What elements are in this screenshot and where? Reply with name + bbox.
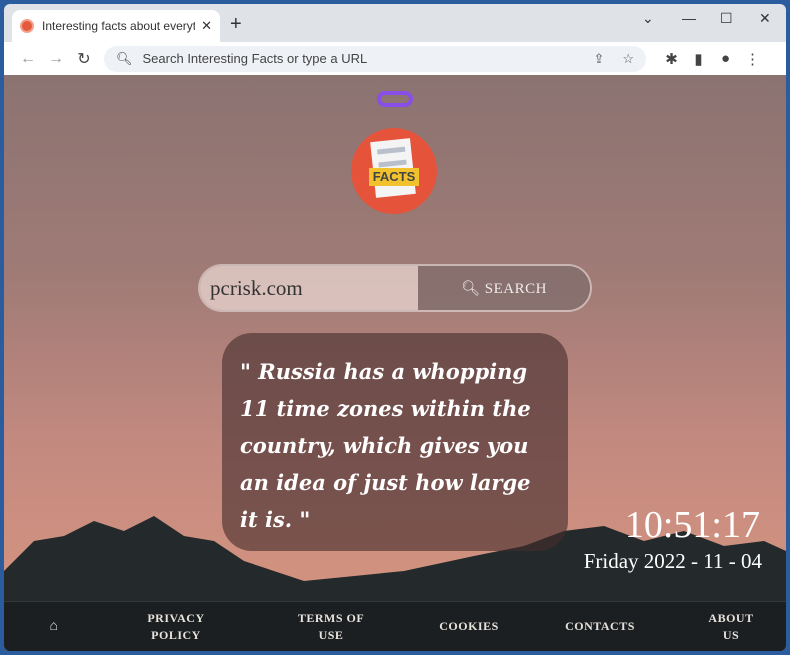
search-icon: 🔍︎ (461, 280, 485, 297)
footer: ⌂ PRIVACY POLICY TERMS OF USE COOKIES CO… (4, 601, 786, 651)
close-window-button[interactable]: ✕ (759, 10, 771, 27)
search-form: 🔍︎ SEARCH (200, 266, 590, 310)
minimize-button[interactable]: — (682, 10, 696, 26)
fact-quote: " Russia has a whopping 11 time zones wi… (222, 333, 568, 551)
link-icon (377, 91, 413, 107)
footer-terms-of-use[interactable]: TERMS OF USE (296, 610, 366, 644)
star-icon[interactable]: ☆ (622, 51, 634, 67)
new-tab-button[interactable]: + (230, 13, 242, 36)
home-icon[interactable]: ⌂ (50, 618, 59, 635)
tab-search-icon[interactable]: ⌄ (642, 10, 654, 27)
search-input[interactable] (200, 266, 418, 310)
browser-window: Interesting facts about everything ✕ + ⌄… (4, 4, 786, 651)
search-button-label: SEARCH (484, 280, 547, 297)
address-placeholder: Search Interesting Facts or type a URL (142, 51, 368, 66)
share-icon[interactable]: ⇪ (593, 51, 604, 67)
toolbar: ← → ↻ 🔍︎ Search Interesting Facts or typ… (4, 42, 786, 75)
footer-about-us[interactable]: ABOUT US (706, 610, 756, 644)
close-tab-icon[interactable]: ✕ (201, 18, 212, 34)
menu-icon[interactable]: ⋮ (739, 50, 766, 68)
address-bar[interactable]: 🔍︎ Search Interesting Facts or type a UR… (104, 45, 646, 72)
clock-time: 10:51:17 (624, 504, 760, 546)
logo-text: FACTS (369, 168, 419, 186)
footer-contacts[interactable]: CONTACTS (565, 618, 635, 635)
extensions-icon[interactable]: ✱ (658, 50, 685, 68)
forward-icon[interactable]: → (42, 50, 70, 68)
page-content: FACTS 🔍︎ SEARCH " Russia has a whopping … (4, 75, 786, 651)
favicon-icon (20, 19, 34, 33)
tab-active[interactable]: Interesting facts about everything ✕ (12, 10, 220, 42)
reload-icon[interactable]: ↻ (70, 49, 98, 69)
facts-logo: FACTS (351, 128, 437, 214)
side-panel-icon[interactable]: ▮ (685, 50, 712, 68)
maximize-button[interactable]: ☐ (720, 10, 733, 27)
search-icon: 🔍︎ (116, 50, 133, 66)
search-button[interactable]: 🔍︎ SEARCH (418, 266, 590, 310)
profile-avatar[interactable]: ● (712, 50, 739, 67)
back-icon[interactable]: ← (14, 50, 42, 68)
footer-privacy-policy[interactable]: PRIVACY POLICY (141, 610, 211, 644)
tab-bar: Interesting facts about everything ✕ + ⌄… (4, 4, 786, 42)
tab-title: Interesting facts about everything (42, 19, 196, 33)
footer-cookies[interactable]: COOKIES (439, 618, 499, 635)
clock-date: Friday 2022 - 11 - 04 (583, 549, 762, 573)
